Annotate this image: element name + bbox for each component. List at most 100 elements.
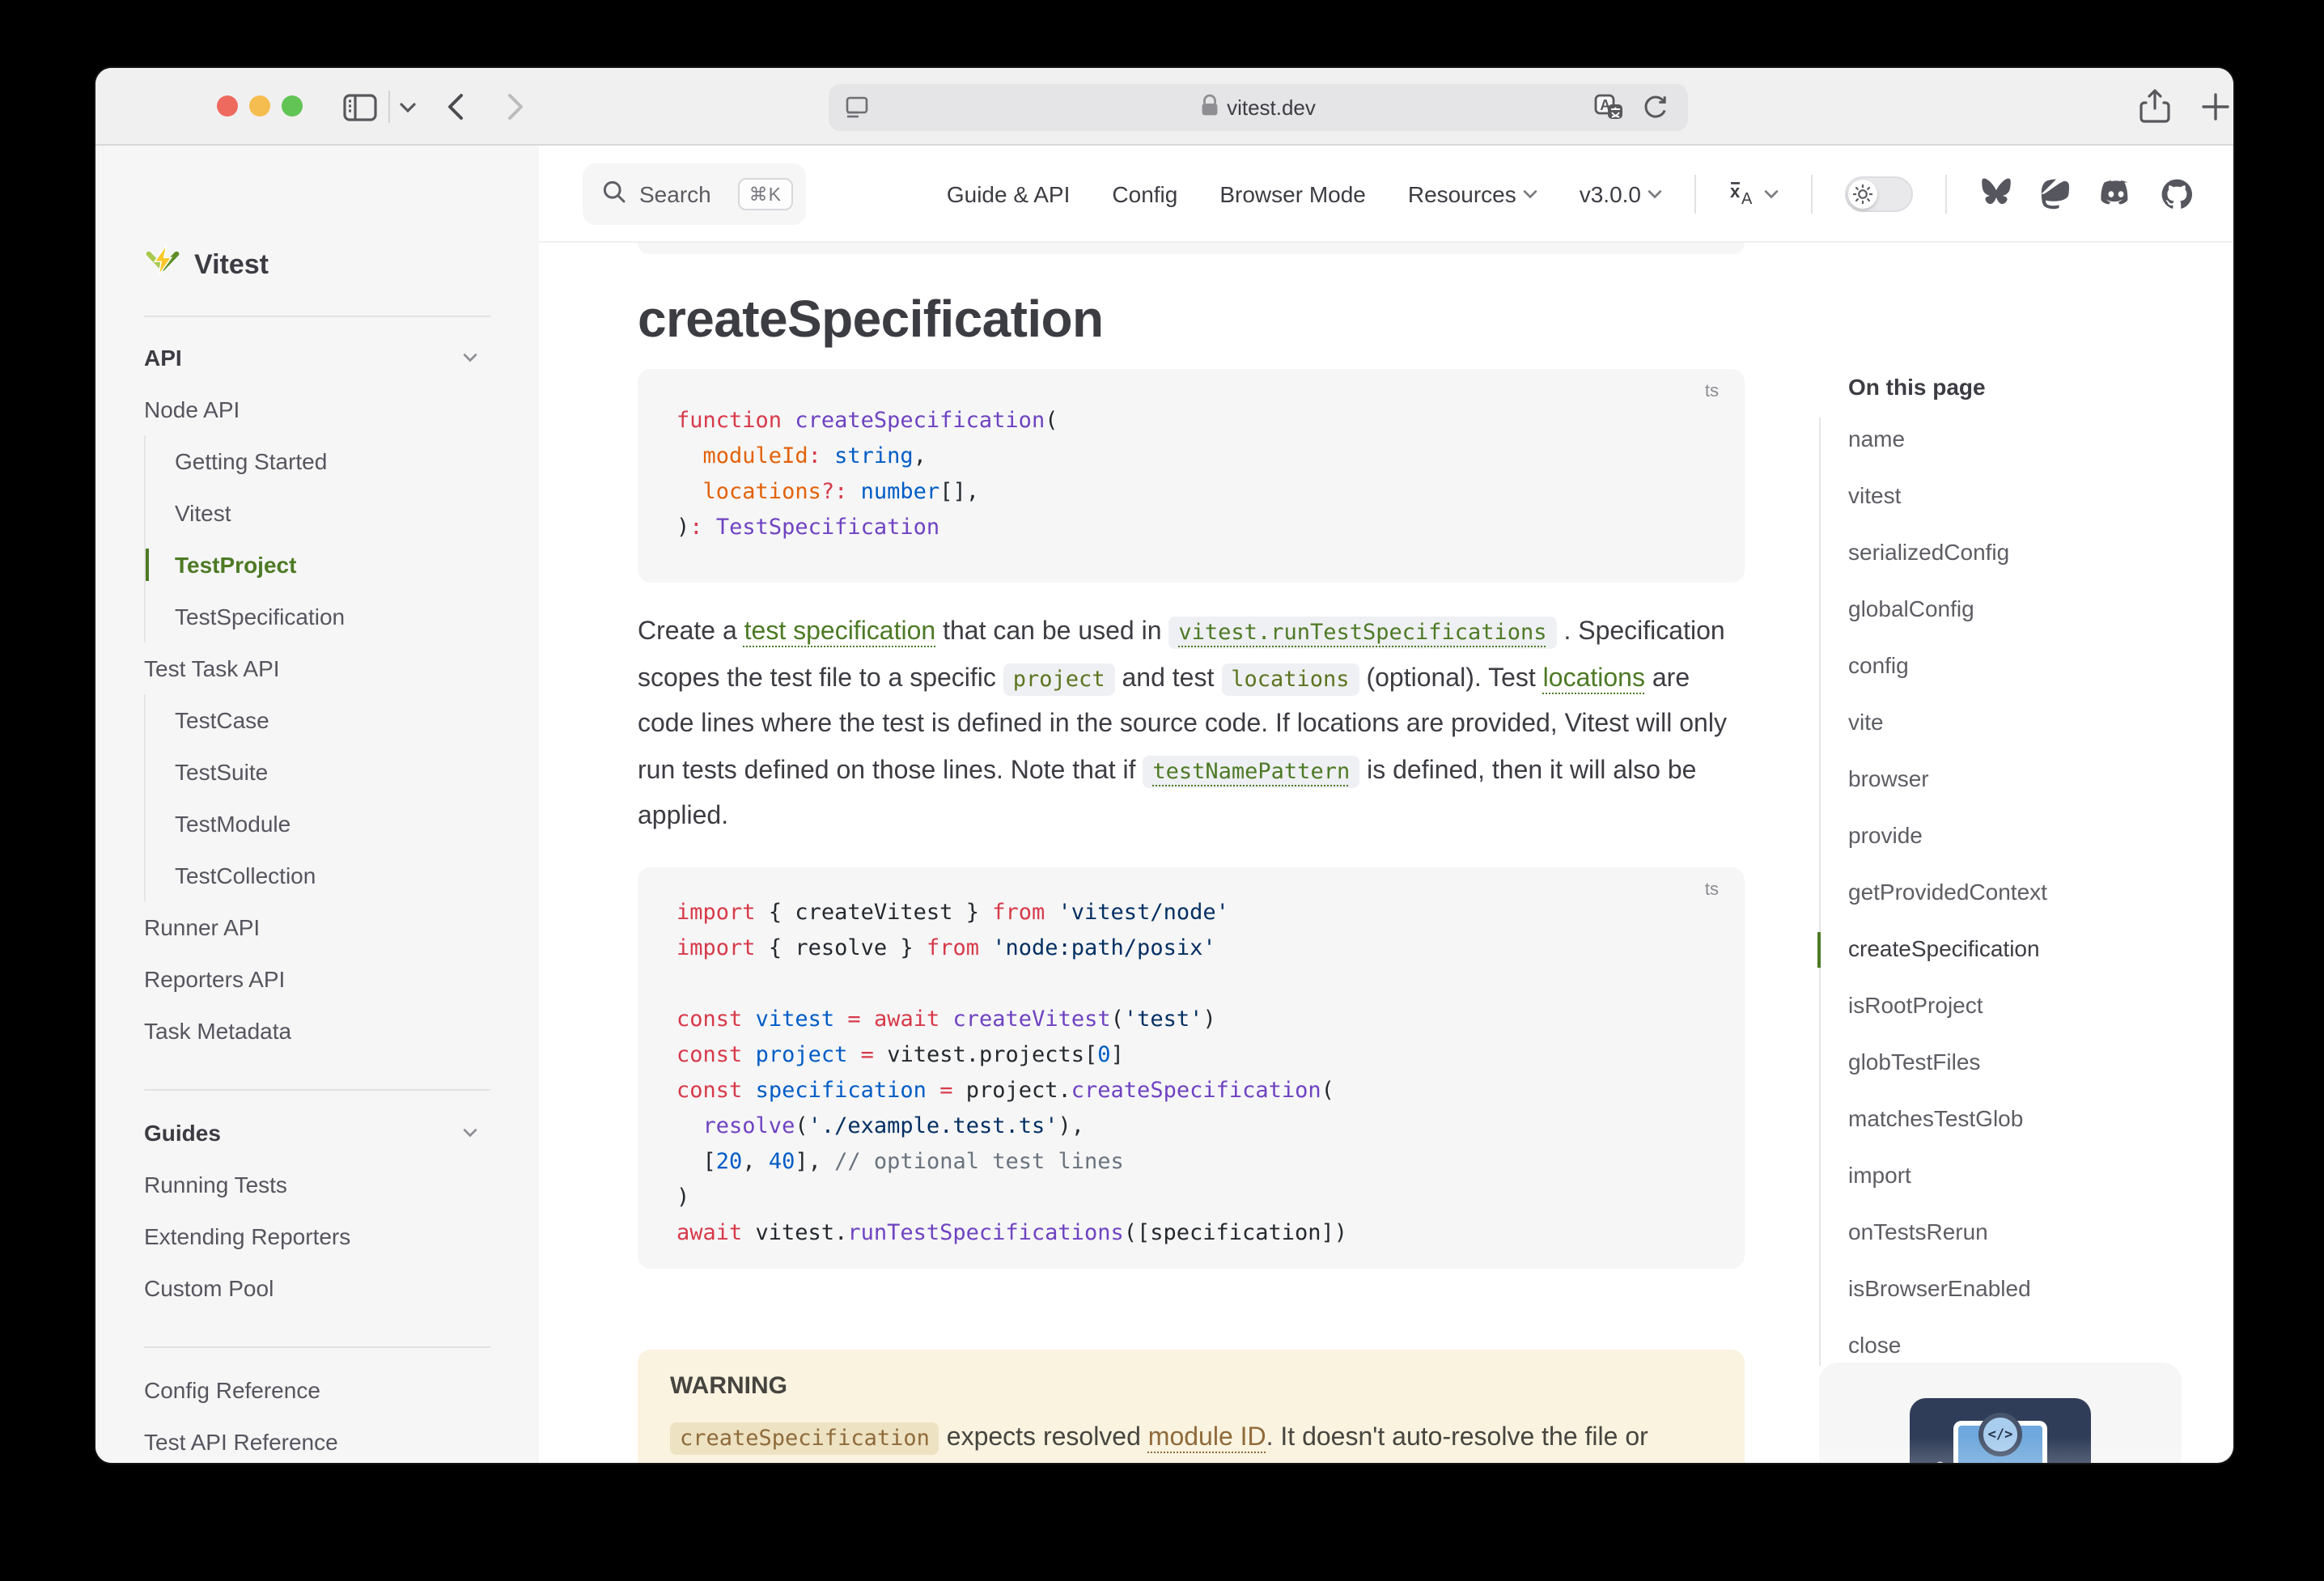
sidebar-item-vitest[interactable]: Vitest bbox=[175, 487, 539, 539]
sidebar-item-testcollection[interactable]: TestCollection bbox=[175, 850, 539, 901]
toc-item-globtestfiles[interactable]: globTestFiles bbox=[1848, 1034, 2047, 1091]
toc-title: On this page bbox=[1848, 374, 1986, 400]
translate-icon[interactable]: A bbox=[1594, 94, 1623, 129]
toc-item-browser[interactable]: browser bbox=[1848, 751, 2047, 807]
toc-item-getprovidedcontext[interactable]: getProvidedContext bbox=[1848, 864, 2047, 921]
sidebar-item-test-task-api[interactable]: Test Task API bbox=[144, 642, 539, 694]
safari-window: vitest.dev A bbox=[95, 68, 2233, 1463]
address-bar[interactable]: vitest.dev A bbox=[829, 84, 1688, 131]
code-block-example: ts import { createVitest } from 'vitest/… bbox=[638, 867, 1745, 1269]
vitest-logo[interactable]: Vitest bbox=[144, 243, 269, 288]
sidebar-divider bbox=[144, 316, 490, 317]
theme-toggle[interactable] bbox=[1845, 176, 1913, 211]
sidebar-item-testproject[interactable]: TestProject bbox=[175, 539, 539, 591]
sidebar-item-task-metadata[interactable]: Task Metadata bbox=[144, 1005, 539, 1057]
zoom-button[interactable] bbox=[282, 95, 303, 117]
toc-item-vitest[interactable]: vitest bbox=[1848, 468, 2047, 524]
toc-item-import[interactable]: import bbox=[1848, 1147, 2047, 1204]
minimize-button[interactable] bbox=[249, 95, 270, 117]
sidebar-item-custom-pool[interactable]: Custom Pool bbox=[144, 1262, 539, 1314]
inline-code: project bbox=[1003, 663, 1115, 695]
svg-text:A: A bbox=[1741, 190, 1753, 207]
nav-link-v3-0-0[interactable]: v3.0.0 bbox=[1580, 180, 1662, 206]
toc-rail bbox=[1819, 418, 1821, 1366]
svg-text:x: x bbox=[1730, 181, 1741, 201]
github-icon[interactable] bbox=[2161, 177, 2193, 210]
sidebar-nav: APINode APIGetting StartedVitestTestProj… bbox=[144, 332, 539, 1463]
toc-item-serializedconfig[interactable]: serializedConfig bbox=[1848, 524, 2047, 581]
toc-item-isrootproject[interactable]: isRootProject bbox=[1848, 977, 2047, 1034]
close-button[interactable] bbox=[217, 95, 238, 117]
search-button[interactable]: Search ⌘K bbox=[583, 163, 806, 224]
back-button[interactable] bbox=[447, 68, 464, 146]
code-example: import { createVitest } from 'vitest/nod… bbox=[638, 867, 1745, 1267]
sidebar-toggle-icon[interactable] bbox=[343, 68, 377, 146]
doc-link-test-specification[interactable]: test specification bbox=[744, 618, 936, 646]
toc-item-ontestsrerun[interactable]: onTestsRerun bbox=[1848, 1204, 2047, 1261]
sidebar-item-config-reference[interactable]: Config Reference bbox=[144, 1364, 539, 1416]
toc-item-provide[interactable]: provide bbox=[1848, 807, 2047, 864]
bluesky-icon[interactable] bbox=[1979, 178, 2013, 209]
sidebar-item-running-tests[interactable]: Running Tests bbox=[144, 1159, 539, 1210]
site-navbar: Search ⌘K Guide & API Config Browser Mode R… bbox=[539, 146, 2233, 243]
vitest-logo-icon bbox=[144, 243, 181, 288]
sidebar-item-node-api[interactable]: Node API bbox=[144, 384, 539, 435]
toc-item-name[interactable]: name bbox=[1848, 411, 2047, 468]
sidebar-item-reporters-api[interactable]: Reporters API bbox=[144, 953, 539, 1005]
nav-link-resources[interactable]: Resources bbox=[1408, 180, 1537, 206]
sidebar-chevron-down-icon[interactable] bbox=[400, 68, 416, 146]
toc-item-vite[interactable]: vite bbox=[1848, 694, 2047, 751]
sponsor-fade bbox=[1819, 1437, 2182, 1463]
sponsor-banner[interactable]: </> bbox=[1819, 1363, 2182, 1463]
doc-link-locations[interactable]: locations bbox=[1543, 664, 1645, 692]
toolbar-separator bbox=[388, 91, 390, 123]
sidebar-item-getting-started[interactable]: Getting Started bbox=[175, 435, 539, 487]
code-signature: function createSpecification( moduleId: … bbox=[638, 369, 1745, 562]
sidebar-item-testcase[interactable]: TestCase bbox=[175, 694, 539, 746]
forward-button[interactable] bbox=[507, 68, 524, 146]
sidebar-subgroup: TestCaseTestSuiteTestModuleTestCollectio… bbox=[144, 694, 539, 901]
warning-callout: WARNING createSpecification expects reso… bbox=[638, 1350, 1745, 1463]
inline-code-link-vitest-runtestspecifications[interactable]: vitest.runTestSpecifications bbox=[1168, 617, 1556, 649]
sidebar-item-testsuite[interactable]: TestSuite bbox=[175, 746, 539, 798]
nav-link-guide-api[interactable]: Guide & API bbox=[947, 180, 1071, 206]
new-tab-icon[interactable] bbox=[2201, 68, 2230, 146]
sidebar-section-api[interactable]: API bbox=[144, 332, 539, 384]
language-menu[interactable]: x A bbox=[1728, 180, 1779, 207]
discord-icon[interactable] bbox=[2099, 180, 2133, 207]
toc-item-config[interactable]: config bbox=[1848, 638, 2047, 694]
warning-title: WARNING bbox=[670, 1372, 1712, 1400]
mastodon-icon[interactable] bbox=[2041, 177, 2072, 210]
sidebar-section-guides[interactable]: Guides bbox=[144, 1107, 539, 1159]
sidebar-divider bbox=[144, 1089, 490, 1091]
search-icon bbox=[602, 179, 626, 208]
window-controls bbox=[217, 95, 303, 117]
sidebar-item-runner-api[interactable]: Runner API bbox=[144, 901, 539, 953]
search-label: Search bbox=[639, 180, 711, 206]
sidebar-item-testspecification[interactable]: TestSpecification bbox=[175, 591, 539, 642]
toc-item-isbrowserenabled[interactable]: isBrowserEnabled bbox=[1848, 1261, 2047, 1317]
navbar-separator bbox=[1945, 174, 1947, 213]
reload-icon[interactable] bbox=[1643, 94, 1669, 129]
search-shortcut: ⌘K bbox=[738, 177, 793, 210]
inline-code-link-testnamepattern[interactable]: testNamePattern bbox=[1143, 755, 1359, 787]
vitest-logo-text: Vitest bbox=[194, 249, 269, 282]
sidebar-divider bbox=[144, 1346, 490, 1348]
nav-link-config[interactable]: Config bbox=[1112, 180, 1177, 206]
sidebar-item-extending-reporters[interactable]: Extending Reporters bbox=[144, 1210, 539, 1262]
browser-toolbar: vitest.dev A bbox=[95, 68, 2233, 146]
sidebar-item-test-api-reference[interactable]: Test API Reference bbox=[144, 1416, 539, 1463]
url-text[interactable]: vitest.dev bbox=[1227, 95, 1316, 120]
sun-icon bbox=[1848, 179, 1877, 208]
desktop-background: vitest.dev A bbox=[0, 0, 2324, 1581]
lock-icon bbox=[1201, 94, 1219, 121]
toc-item-matchestestglob[interactable]: matchesTestGlob bbox=[1848, 1091, 2047, 1147]
doc-link-module-id[interactable]: module ID bbox=[1148, 1424, 1266, 1452]
nav-link-browser-mode[interactable]: Browser Mode bbox=[1219, 180, 1366, 206]
sidebar-item-testmodule[interactable]: TestModule bbox=[175, 798, 539, 850]
toc-item-globalconfig[interactable]: globalConfig bbox=[1848, 581, 2047, 638]
share-icon[interactable] bbox=[2140, 68, 2170, 146]
doc-sidebar: Vitest APINode APIGetting StartedVitestT… bbox=[95, 146, 539, 1463]
social-links bbox=[1979, 177, 2193, 210]
toc-item-createspecification[interactable]: createSpecification bbox=[1848, 921, 2047, 977]
